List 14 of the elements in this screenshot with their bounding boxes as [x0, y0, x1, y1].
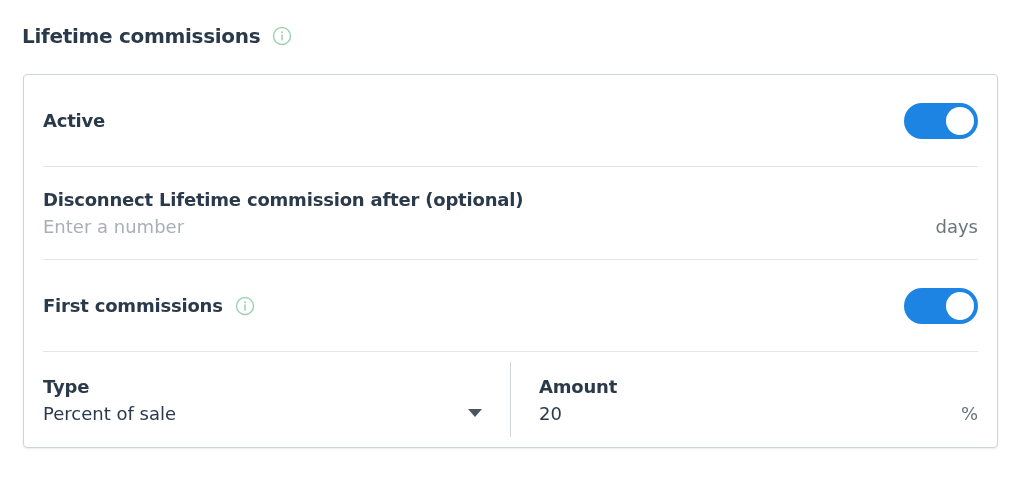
field-label: Active [43, 110, 106, 131]
field-label: Disconnect Lifetime commission after (optional) [43, 189, 525, 210]
field-label: Type [43, 375, 91, 397]
toggle-switch[interactable] [904, 102, 978, 139]
caret-icon[interactable] [468, 409, 482, 417]
unit-label: % [960, 402, 978, 424]
dropdown-value[interactable]: Percent of sale [43, 402, 176, 424]
unit-label: days [935, 216, 978, 237]
section-title: Lifetime commissions [22, 24, 261, 48]
field-label: Amount [539, 375, 619, 397]
toggle-switch[interactable] [904, 287, 978, 324]
input-field[interactable]: 20 [539, 402, 961, 424]
field-label: First commissions [43, 295, 223, 316]
input-field[interactable]: Enter a number [43, 216, 936, 237]
